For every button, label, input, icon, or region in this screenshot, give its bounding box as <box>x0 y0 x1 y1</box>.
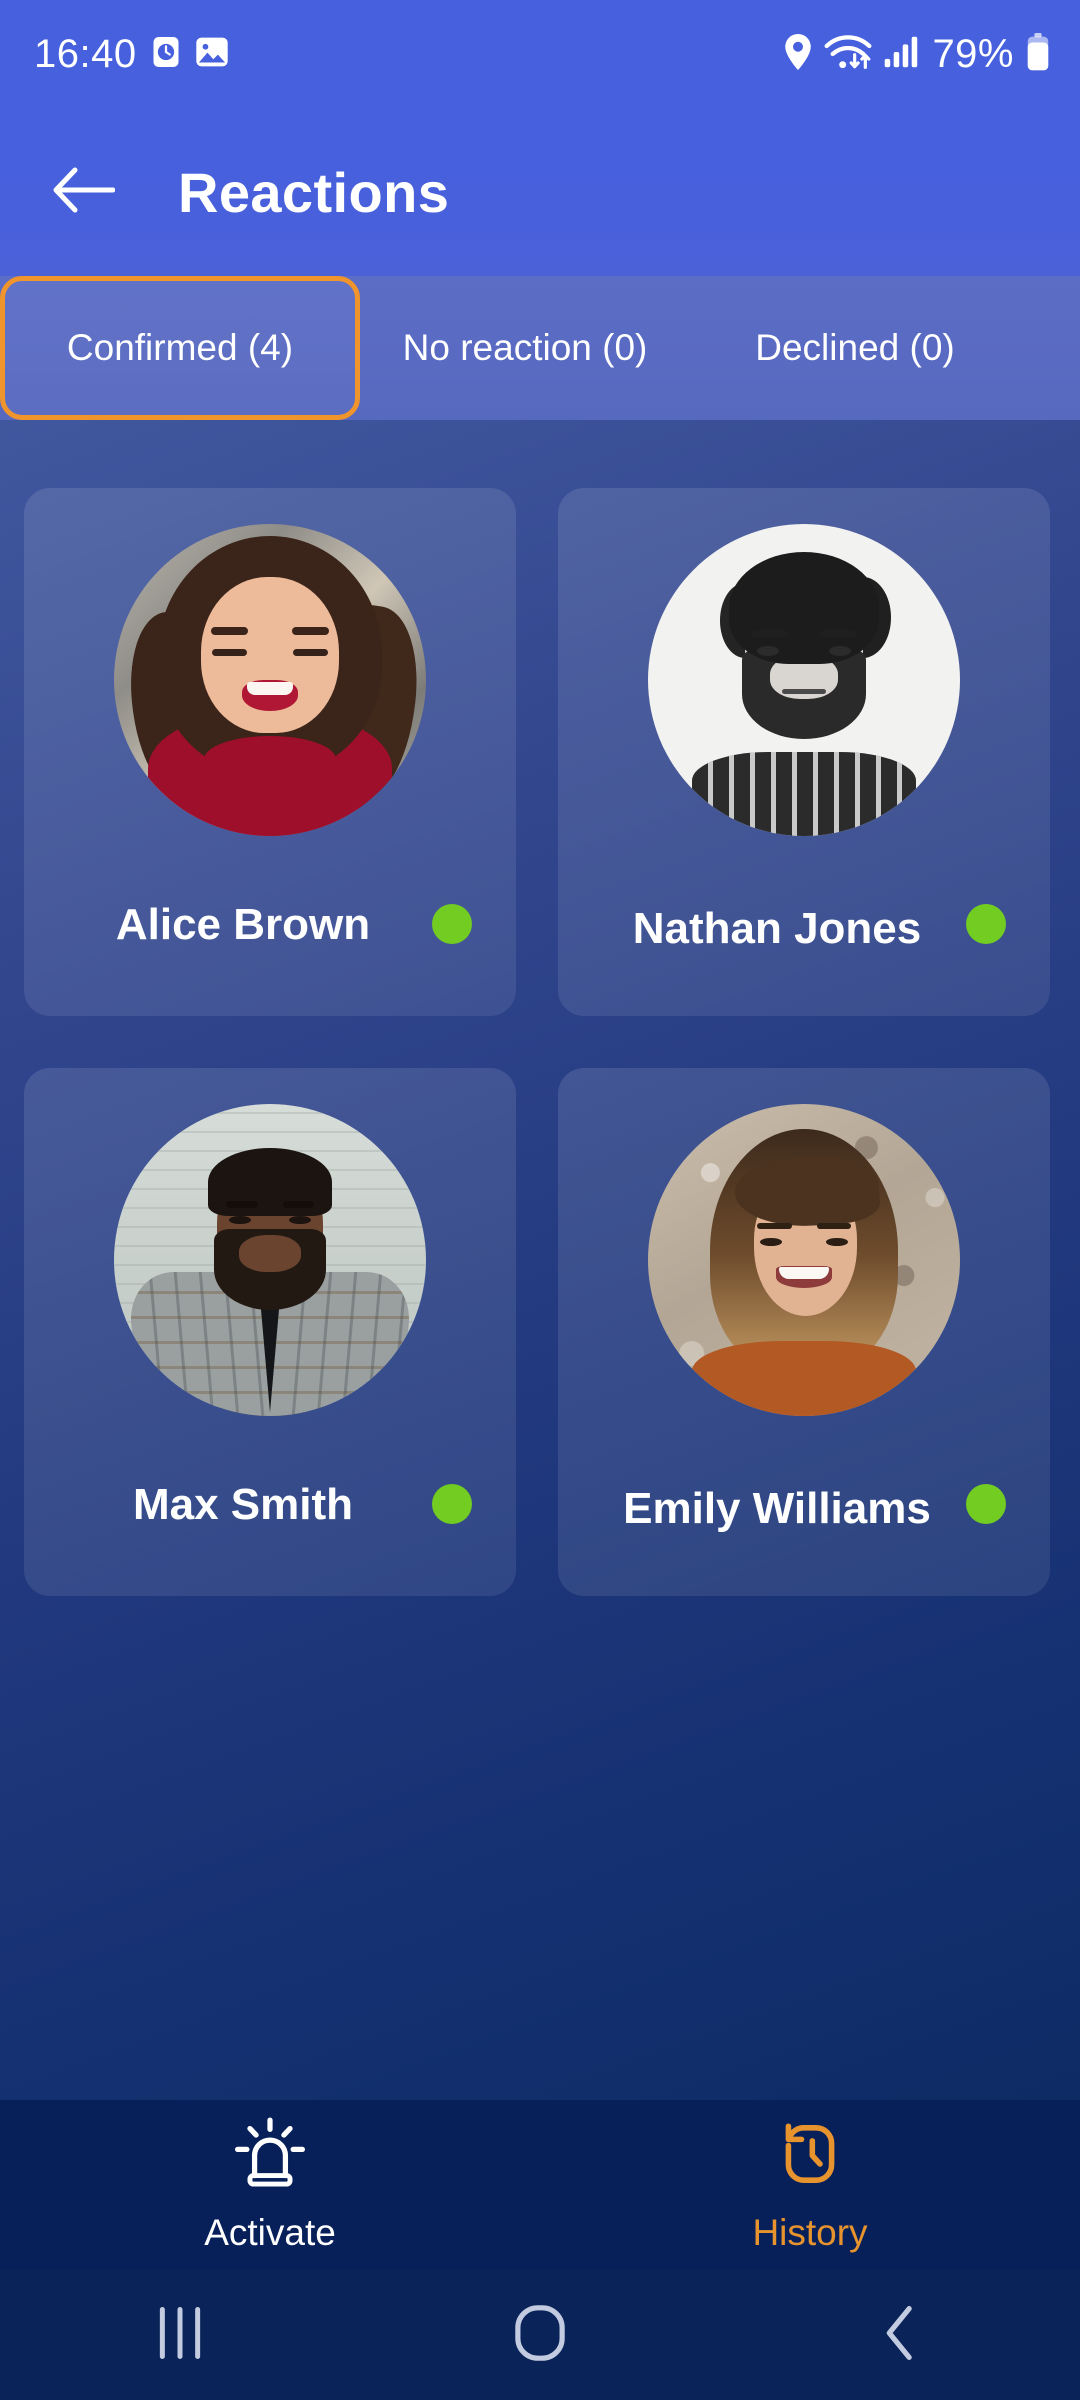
status-bar-right: 79% <box>784 32 1050 77</box>
wifi-icon <box>824 33 872 76</box>
avatar-photo-alice-brown <box>114 524 426 836</box>
avatar <box>648 1104 960 1416</box>
home-icon <box>513 2304 567 2367</box>
bottom-nav-label-history: History <box>752 2211 868 2253</box>
bottom-nav-item-history[interactable]: History <box>540 2100 1080 2270</box>
back-chevron-icon <box>880 2304 920 2367</box>
app-screen: 16:40 79% Reactions Confirmed (4) No rea… <box>0 0 1080 2400</box>
recents-button[interactable] <box>95 2270 265 2400</box>
bottom-nav-item-activate[interactable]: Activate <box>0 2100 540 2270</box>
status-badge <box>432 1484 472 1524</box>
status-bar: 16:40 79% <box>0 0 1080 108</box>
status-badge <box>432 904 472 944</box>
home-button[interactable] <box>455 2270 625 2400</box>
avatar <box>114 524 426 836</box>
page-title: Reactions <box>178 160 450 224</box>
bottom-navigation: Activate History <box>0 2100 1080 2270</box>
back-button-system[interactable] <box>815 2270 985 2400</box>
battery-icon <box>1026 32 1050 76</box>
tab-confirmed[interactable]: Confirmed (4) <box>0 276 360 420</box>
recents-icon <box>155 2305 205 2366</box>
app-header: Reactions <box>0 108 1080 276</box>
status-badge <box>966 1484 1006 1524</box>
person-card[interactable]: Emily Williams <box>558 1068 1050 1596</box>
person-card[interactable]: Alice Brown <box>24 488 516 1016</box>
avatar <box>114 1104 426 1416</box>
status-badge <box>966 904 1006 944</box>
bottom-nav-label-activate: Activate <box>204 2211 336 2253</box>
tab-declined[interactable]: Declined (0) <box>690 276 1020 420</box>
reaction-tabs: Confirmed (4) No reaction (0) Declined (… <box>0 276 1080 420</box>
person-card[interactable]: Nathan Jones <box>558 488 1050 1016</box>
location-pin-icon <box>784 33 812 75</box>
tab-no-reaction[interactable]: No reaction (0) <box>360 276 690 420</box>
status-bar-left: 16:40 <box>34 32 229 77</box>
clock-history-icon <box>773 2117 847 2196</box>
avatar-photo-nathan-jones <box>648 524 960 836</box>
system-navigation-bar <box>0 2270 1080 2400</box>
siren-alarm-icon <box>233 2116 307 2196</box>
arrow-left-icon <box>53 167 116 218</box>
image-icon <box>195 35 229 74</box>
battery-percent-label: 79% <box>932 31 1014 76</box>
status-bar-clock: 16:40 <box>34 31 137 76</box>
avatar <box>648 524 960 836</box>
signal-bars-icon <box>884 35 920 74</box>
clock-icon <box>151 35 181 74</box>
avatar-photo-max-smith <box>114 1104 426 1416</box>
person-card[interactable]: Max Smith <box>24 1068 516 1596</box>
avatar-photo-emily-williams <box>648 1104 960 1416</box>
back-button[interactable] <box>24 132 144 252</box>
people-grid: Alice Brown Nathan Jones Max Smith Emily… <box>0 488 1080 1596</box>
